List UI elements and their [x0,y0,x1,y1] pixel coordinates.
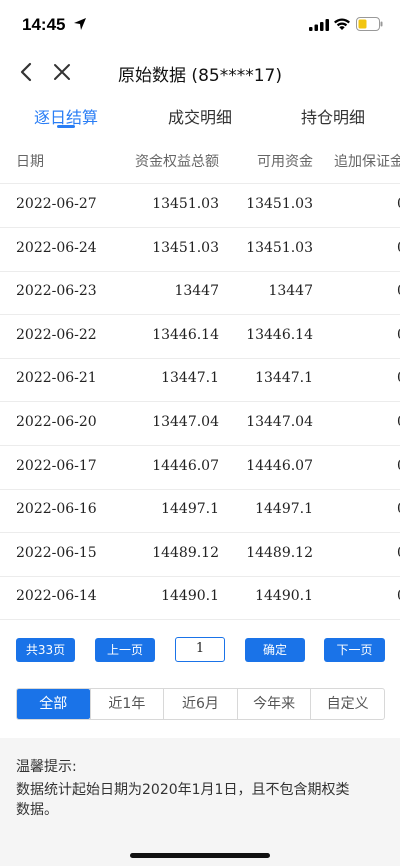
table-row[interactable]: 2022-06-2713451.0313451.030 [0,184,400,228]
tips-text: 数据统计起始日期为2020年1月1日，且不包含期权类数据。 [16,782,350,818]
battery-icon [356,17,383,31]
next-page-button[interactable]: 下一页 [324,638,385,662]
table-row[interactable]: 2022-06-2113447.113447.10 [0,358,400,403]
cellular-signal-icon [309,19,329,31]
cell-available-funds: 14490.1 [255,588,313,605]
cell-total-equity: 14446.07 [152,457,219,474]
header-date: 日期 [16,154,44,170]
cell-total-equity: 14490.1 [161,588,219,605]
cell-available-funds: 13447.04 [246,414,313,430]
cell-date: 2022-06-23 [16,283,97,300]
cell-available-funds: 13451.03 [246,196,313,212]
status-bar: 14:45 [0,0,400,50]
table-row[interactable]: 2022-06-2013447.0413447.040 [0,402,400,446]
filter-1-year[interactable]: 近1年 [89,689,164,719]
confirm-page-button[interactable]: 确定 [245,638,305,662]
cell-total-equity: 13447 [174,283,219,300]
cell-total-equity: 13446.14 [152,326,219,343]
status-time: 14:45 [22,15,66,34]
settlement-table[interactable]: 日期 资金权益总额 可用资金 追加保证金 2022-06-27 13451.03 1… [0,136,400,622]
cell-date: 2022-06-20 [16,414,97,430]
cell-date: 2022-06-17 [16,457,97,474]
cell-available-funds: 13447.1 [255,370,313,387]
location-arrow-icon [74,18,86,30]
table-row[interactable]: 2022-06-1414490.114490.10 [0,576,400,621]
home-indicator [130,853,270,858]
pagination: 共33页 上一页 1 确定 下一页 [0,636,400,664]
table-row[interactable]: 2022-06-1614497.114497.10 [0,489,400,534]
cell-available-funds: 13446.14 [246,326,313,343]
total-pages-button[interactable]: 共33页 [16,638,75,662]
header-total-equity: 资金权益总额 [135,154,219,170]
cell-available-funds: 13447 [268,283,313,300]
nav-bar: 原始数据 (85****17) [0,50,400,94]
cell-total-equity: 13451.03 [152,196,219,212]
cell-total-equity: 14497.1 [161,501,219,518]
period-filter: 全部 近1年 近6月 今年来 自定义 [16,688,385,720]
table-row[interactable]: 2022-06-1714446.0714446.070 [0,446,400,490]
active-tab-indicator [57,125,75,128]
table-row[interactable]: 2022-06-1514489.1214489.120 [0,533,400,577]
header-available-funds: 可用资金 [257,154,313,170]
filter-all[interactable]: 全部 [17,689,90,719]
cell-total-equity: 13447.04 [152,414,219,430]
table-header-row: 日期 资金权益总额 可用资金 追加保证金 [0,136,400,184]
cell-available-funds: 14446.07 [246,457,313,474]
cell-total-equity: 13447.1 [161,370,219,387]
cell-available-funds: 14489.12 [246,544,313,561]
tab-trade-details[interactable]: 成交明细 [168,104,232,128]
tab-position-details[interactable]: 持仓明细 [301,104,365,128]
page-number-input[interactable]: 1 [175,637,225,662]
table-row[interactable]: 2022-06-2213446.1413446.140 [0,315,400,359]
cell-date: 2022-06-21 [16,370,97,387]
cell-available-funds: 13451.03 [246,239,313,256]
filter-custom[interactable]: 自定义 [310,689,384,719]
cell-date: 2022-06-24 [16,239,97,256]
tab-bar: 逐日结算 成交明细 持仓明细 [0,94,400,136]
tips-title: 温馨提示: [16,759,77,775]
filter-ytd[interactable]: 今年来 [236,689,311,719]
prev-page-button[interactable]: 上一页 [95,638,155,662]
filter-6-months[interactable]: 近6月 [163,689,237,719]
cell-date: 2022-06-22 [16,326,97,343]
cell-available-funds: 14497.1 [255,501,313,518]
cell-date: 2022-06-27 [16,196,97,212]
cell-date: 2022-06-15 [16,544,97,561]
table-row[interactable]: 2022-06-2313447134470 [0,271,400,316]
header-margin-call: 追加保证金 [334,154,400,170]
cell-date: 2022-06-14 [16,588,97,605]
cell-date: 2022-06-16 [16,501,97,518]
tips-panel: 温馨提示: 数据统计起始日期为2020年1月1日，且不包含期权类数据。 [0,738,400,866]
cell-total-equity: 13451.03 [152,239,219,256]
cell-total-equity: 14489.12 [152,544,219,561]
wifi-icon [334,18,350,30]
table-row[interactable]: 2022-06-2413451.0313451.030 [0,228,400,272]
page-title: 原始数据 (85****17) [118,66,282,86]
